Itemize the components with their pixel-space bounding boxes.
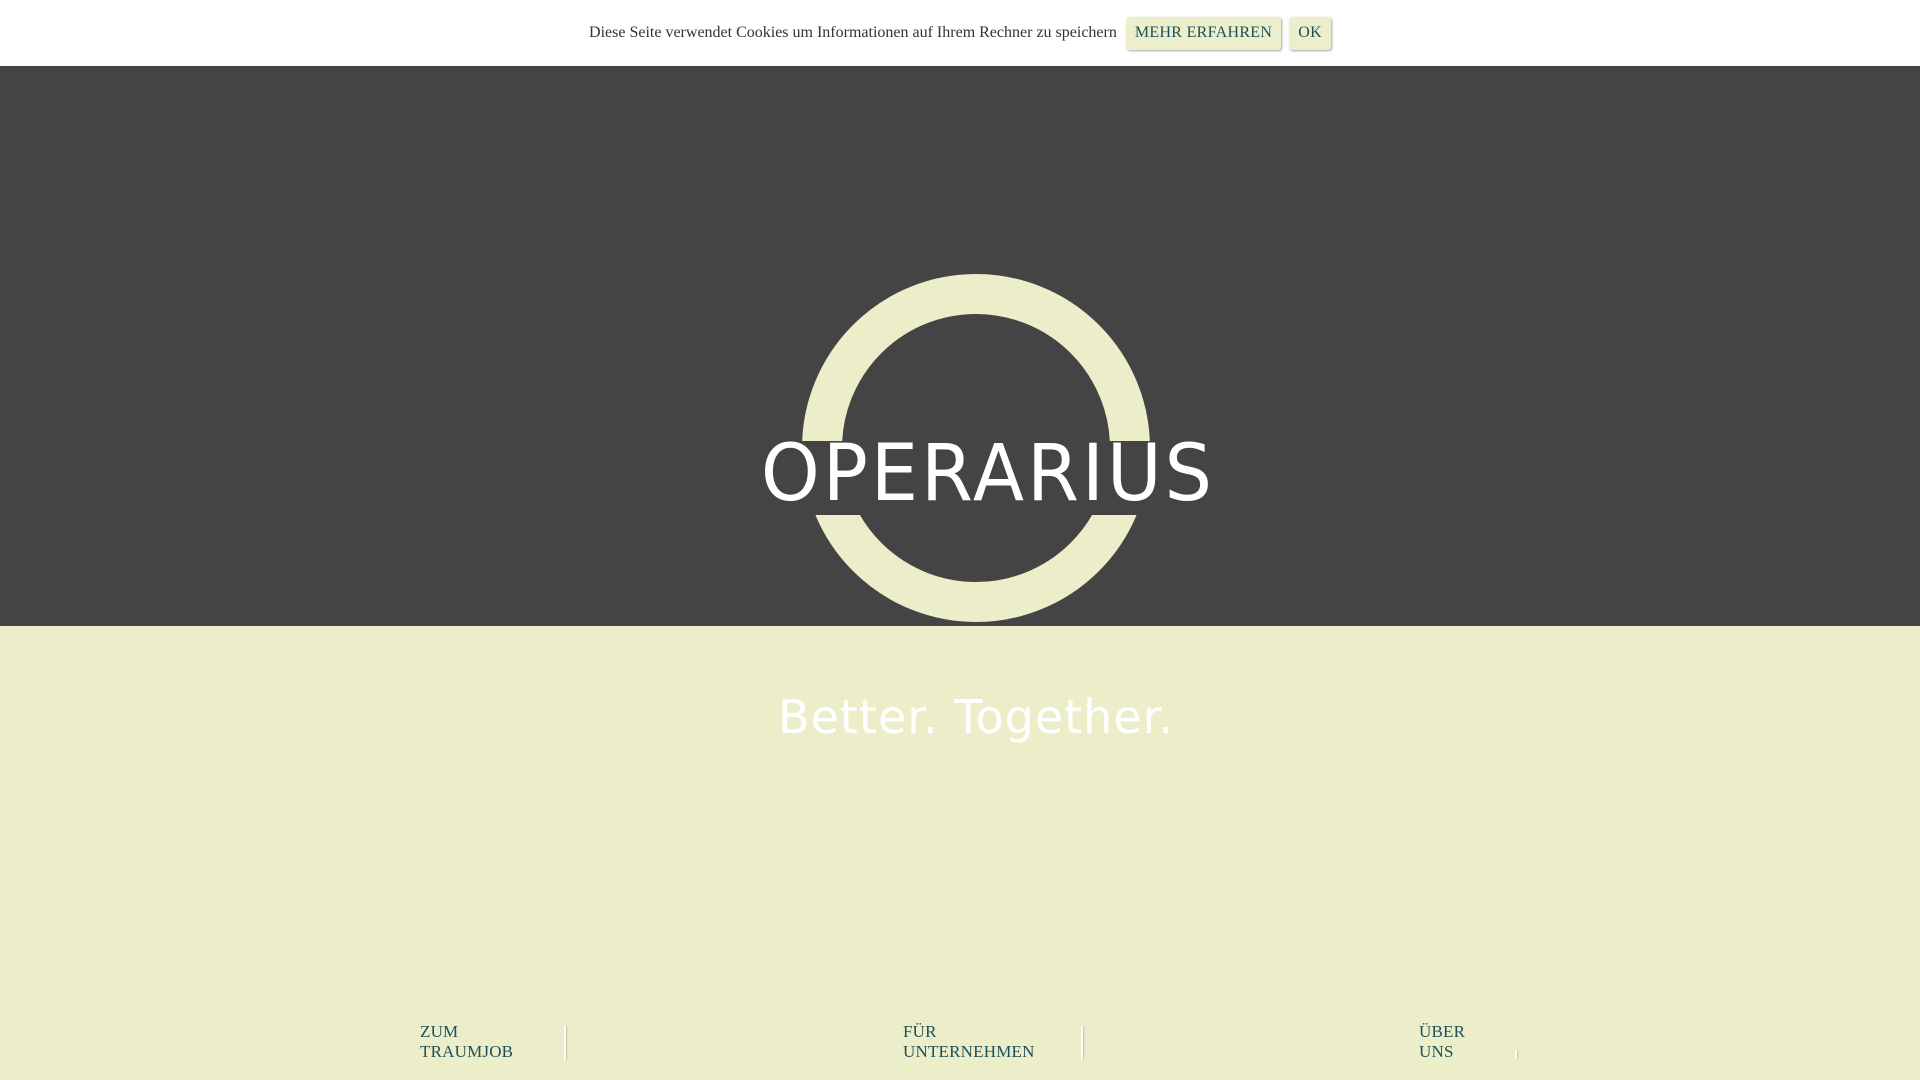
nav-link-fuer-unternehmen[interactable]: FÜR UNTERNEHMEN [891, 1022, 1083, 1062]
learn-more-button[interactable]: MEHR ERFAHREN [1125, 16, 1282, 50]
cookie-message: Diese Seite verwendet Cookies um Informa… [589, 24, 1117, 41]
cookie-banner: Diese Seite verwendet Cookies um Informa… [0, 0, 1920, 66]
logo-wordmark: OPERARIUS [760, 429, 1215, 519]
cookie-ok-button[interactable]: OK [1289, 16, 1331, 50]
hero-section [0, 66, 1920, 626]
nav-link-zum-traumjob[interactable]: ZUM TRAUMJOB [408, 1022, 566, 1062]
tagline: Better. Together. [778, 690, 1174, 744]
nav-link-ueber-uns[interactable]: ÜBER UNS [1407, 1022, 1517, 1062]
